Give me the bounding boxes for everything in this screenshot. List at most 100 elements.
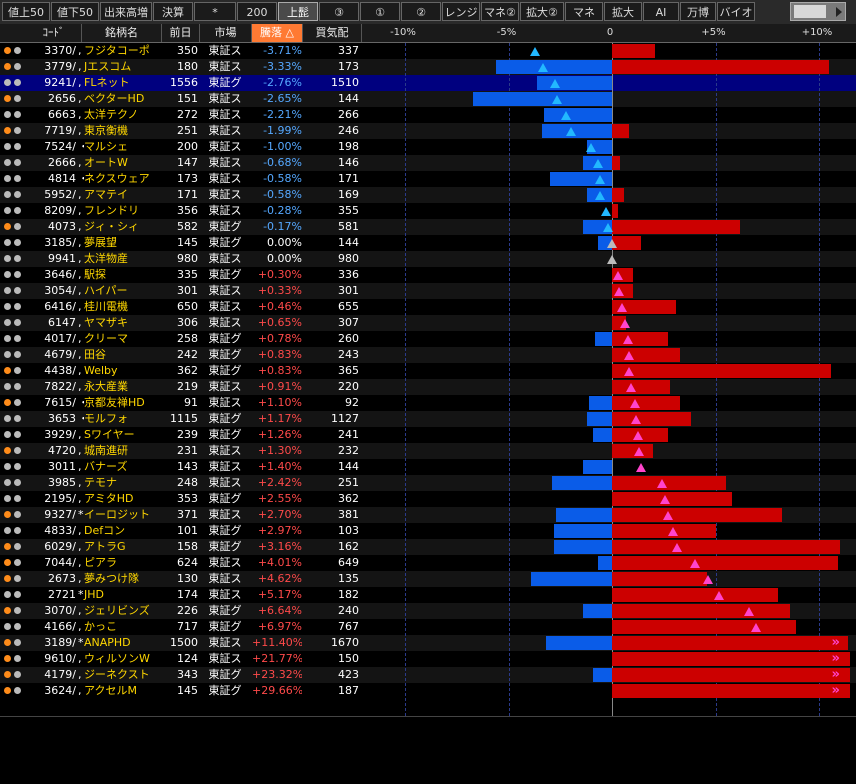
stock-name[interactable]: ピアラ <box>82 555 162 571</box>
scroll-thumb[interactable] <box>794 5 826 18</box>
toolbar-tab[interactable]: 万博 <box>680 2 716 21</box>
toolbar-tab[interactable]: 上髭 <box>278 2 318 21</box>
stock-name[interactable]: マルシェ <box>82 139 162 155</box>
status-dot-icon <box>4 239 11 246</box>
gridline <box>508 43 510 716</box>
status-dot-icon <box>14 335 21 342</box>
stock-name[interactable]: 田谷 <box>82 347 162 363</box>
stock-code: 8209/ <box>44 204 76 217</box>
change-marker-icon <box>586 143 597 152</box>
toolbar-tab[interactable]: 200 <box>237 2 277 21</box>
bid-price: 135 <box>338 572 359 585</box>
stock-name[interactable]: アミタHD <box>82 491 162 507</box>
stock-name[interactable]: JHD <box>82 587 162 603</box>
toolbar-tab[interactable]: 値上50 <box>2 2 50 21</box>
prev-close: 343 <box>177 668 198 681</box>
status-dot-icon <box>4 175 11 182</box>
stock-name[interactable]: FLネット <box>82 75 162 91</box>
stock-name[interactable]: 太洋物産 <box>82 251 162 267</box>
axis-tick-label: 0 <box>606 27 614 38</box>
stock-name[interactable]: ジェリビンズ <box>82 603 162 619</box>
stock-name[interactable]: ジーネクスト <box>82 667 162 683</box>
stock-name[interactable]: アトラG <box>82 539 162 555</box>
change-pct: +4.62% <box>257 572 302 585</box>
stock-name[interactable]: Sワイヤー <box>82 427 162 443</box>
status-dot-icon <box>14 575 21 582</box>
stock-name[interactable]: ANAPHD <box>82 635 162 651</box>
stock-name[interactable]: 京都友禅HD <box>82 395 162 411</box>
status-dot-icon <box>4 63 11 70</box>
status-dot-icon <box>14 111 21 118</box>
prev-close: 353 <box>177 492 198 505</box>
stock-code: 3054/ <box>44 284 76 297</box>
stock-name[interactable]: イーロジット <box>82 507 162 523</box>
change-marker-icon <box>633 447 644 456</box>
toolbar-tab[interactable]: 値下50 <box>51 2 99 21</box>
toolbar-tab[interactable]: ① <box>360 2 400 21</box>
stock-name[interactable]: 夢展望 <box>82 235 162 251</box>
range-bar <box>612 508 782 522</box>
stock-name[interactable]: 城南進研 <box>82 443 162 459</box>
range-bar <box>556 508 612 522</box>
header-bid[interactable]: 買気配 <box>303 24 362 42</box>
toolbar-tab[interactable]: レンジ <box>442 2 480 21</box>
bid-price: 980 <box>338 252 359 265</box>
toolbar-tab[interactable]: 出来高増 <box>100 2 152 21</box>
stock-name[interactable]: Jエスコム <box>82 59 162 75</box>
toolbar-tab[interactable]: ③ <box>319 2 359 21</box>
toolbar-tab[interactable]: マネ <box>565 2 603 21</box>
stock-name[interactable]: 夢みつけ隊 <box>82 571 162 587</box>
row-status-dots <box>0 123 26 139</box>
change-marker-icon <box>613 287 624 296</box>
toolbar-tab[interactable]: * <box>194 2 236 21</box>
stock-name[interactable]: 駅探 <box>82 267 162 283</box>
stock-name[interactable]: アクセルM <box>82 683 162 699</box>
stock-name[interactable]: アマテイ <box>82 187 162 203</box>
stock-name[interactable]: 桂川電機 <box>82 299 162 315</box>
stock-name[interactable]: モルフォ <box>82 411 162 427</box>
prev-close: 180 <box>177 60 198 73</box>
stock-name[interactable]: ヤマザキ <box>82 315 162 331</box>
stock-name[interactable]: フジタコーポ <box>82 43 162 59</box>
range-bar <box>612 156 621 170</box>
header-code[interactable]: ｺｰﾄﾞ <box>26 24 82 42</box>
stock-name[interactable]: ジィ・シィ <box>82 219 162 235</box>
stock-name[interactable]: バナーズ <box>82 459 162 475</box>
stock-name[interactable]: フレンドリ <box>82 203 162 219</box>
stock-name[interactable]: ウィルソンW <box>82 651 162 667</box>
toolbar-tab[interactable]: マネ② <box>481 2 519 21</box>
stock-name[interactable]: ハイパー <box>82 283 162 299</box>
stock-name[interactable]: 太洋テクノ <box>82 107 162 123</box>
stock-name[interactable]: Welby <box>82 363 162 379</box>
stock-name[interactable]: Defコン <box>82 523 162 539</box>
stock-name[interactable]: 東京衡機 <box>82 123 162 139</box>
status-dot-icon <box>4 399 11 406</box>
status-dot-icon <box>14 319 21 326</box>
stock-name[interactable]: テモナ <box>82 475 162 491</box>
header-change-pct[interactable]: 騰落 △ <box>252 24 303 42</box>
stock-name[interactable]: 永大産業 <box>82 379 162 395</box>
bid-price: 649 <box>338 556 359 569</box>
stock-name[interactable]: ベクターHD <box>82 91 162 107</box>
row-status-dots <box>0 283 26 299</box>
header-name[interactable]: 銘柄名 <box>82 24 162 42</box>
toolbar-tab[interactable]: 拡大 <box>604 2 642 21</box>
stock-name[interactable]: オートW <box>82 155 162 171</box>
status-dot-icon <box>14 527 21 534</box>
toolbar-tab[interactable]: ② <box>401 2 441 21</box>
toolbar-tab[interactable]: 決算 <box>153 2 193 21</box>
status-dot-icon <box>14 495 21 502</box>
toolbar-tab[interactable]: AI <box>643 2 679 21</box>
chevron-right-icon[interactable] <box>836 7 842 17</box>
toolbar-tab[interactable]: 拡大② <box>520 2 564 21</box>
toolbar-scroll-control[interactable] <box>790 2 846 21</box>
stock-name[interactable]: ネクスウェア <box>82 171 162 187</box>
range-bar <box>612 348 681 362</box>
stock-name[interactable]: かっこ <box>82 619 162 635</box>
toolbar-tab[interactable]: バイオ <box>717 2 755 21</box>
header-market[interactable]: 市場 <box>200 24 252 42</box>
header-prev[interactable]: 前日 <box>162 24 200 42</box>
prev-close: 248 <box>177 476 198 489</box>
prev-close: 231 <box>177 444 198 457</box>
stock-name[interactable]: クリーマ <box>82 331 162 347</box>
